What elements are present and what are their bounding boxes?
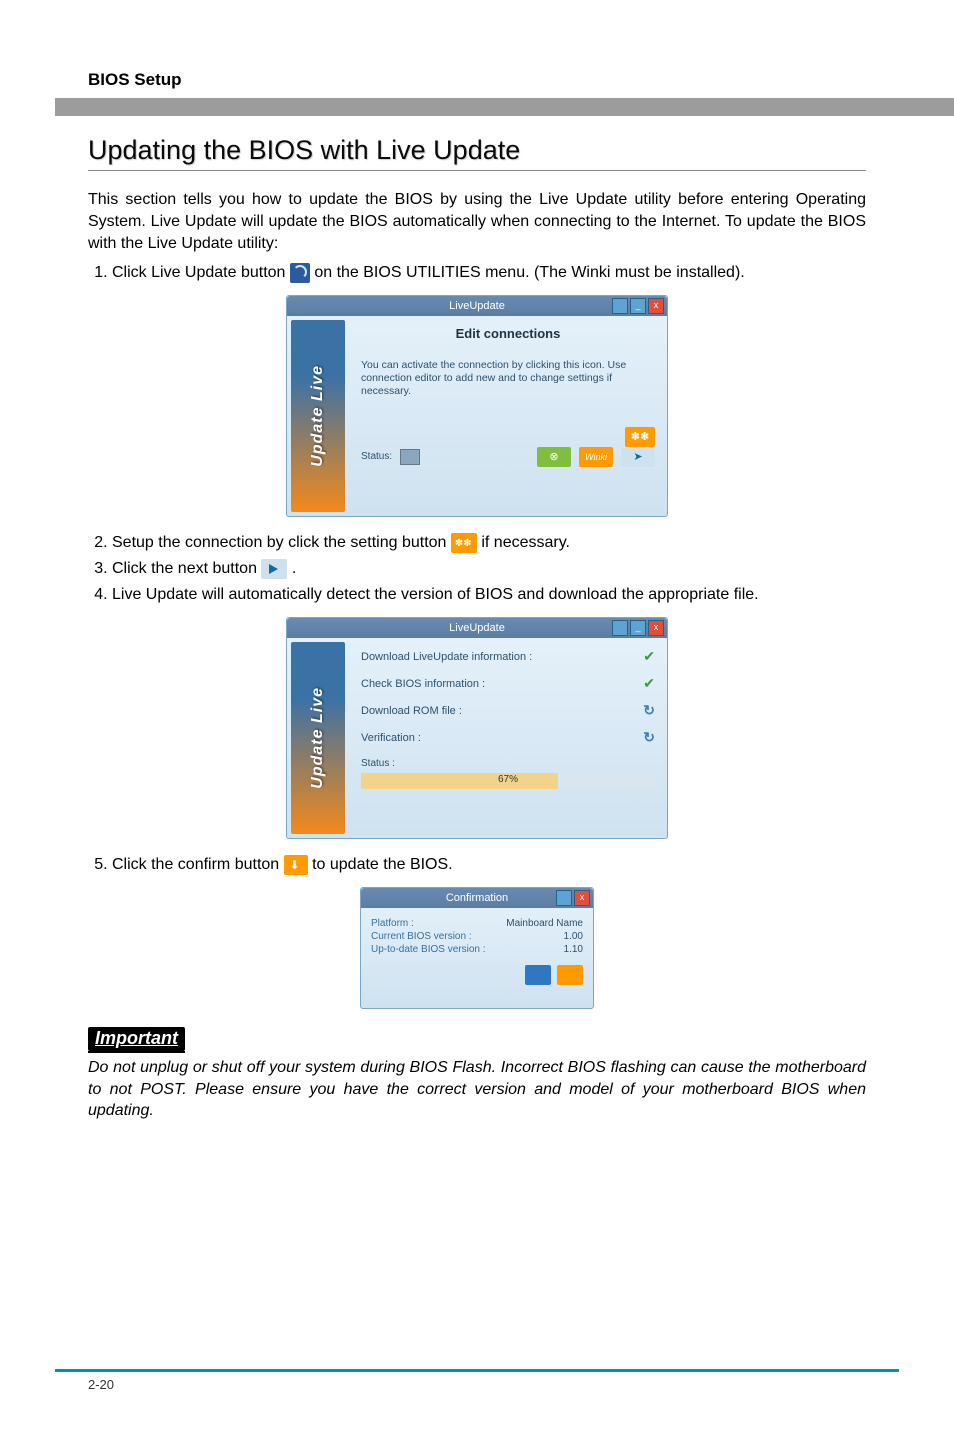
- steps-list-1: Click Live Update button on the BIOS UTI…: [88, 261, 866, 285]
- sidebar-logo: Update Live: [291, 320, 345, 512]
- bottom-toolbar: Status: ⊗ Winki ➤: [361, 447, 655, 467]
- header-section-title: BIOS Setup: [88, 70, 182, 90]
- current-bios-value: 1.00: [564, 931, 583, 942]
- step-1-text-a: Click Live Update button: [112, 264, 290, 281]
- next-button[interactable]: ➤: [621, 447, 655, 467]
- window-body: Edit connections You can activate the co…: [349, 316, 667, 474]
- progress-bar: 67%: [361, 773, 655, 789]
- close-button[interactable]: x: [648, 298, 664, 314]
- edit-connections-note: You can activate the connection by click…: [361, 359, 655, 398]
- spinner-icon: ↻: [643, 729, 655, 746]
- platform-label: Platform :: [371, 918, 414, 929]
- step-2-text-a: Setup the connection by click the settin…: [112, 534, 451, 551]
- progress-row-2: Check BIOS information :: [361, 678, 485, 690]
- window-button[interactable]: [612, 620, 628, 636]
- step-1-text-b: on the BIOS UTILITIES menu. (The Winki m…: [314, 264, 744, 281]
- step-5-text-a: Click the confirm button: [112, 856, 284, 873]
- screenshot-edit-connections: LiveUpdate _ x Update Live Edit connecti…: [286, 295, 668, 517]
- page: BIOS Setup Updating the BIOS with Live U…: [0, 0, 954, 1432]
- status-label: Status :: [361, 758, 655, 769]
- step-4: Live Update will automatically detect th…: [112, 583, 866, 607]
- check-icon: ✔: [643, 675, 655, 692]
- footer-rule: [55, 1369, 899, 1372]
- step-2: Setup the connection by click the settin…: [112, 531, 866, 555]
- page-number: 2-20: [88, 1377, 114, 1392]
- header-band: [55, 98, 954, 116]
- current-bios-label: Current BIOS version :: [371, 931, 472, 942]
- edit-connections-heading: Edit connections: [361, 326, 655, 341]
- step-5-text-b: to update the BIOS.: [312, 856, 453, 873]
- window-title: Confirmation: [446, 892, 508, 904]
- window-buttons: x: [556, 890, 590, 906]
- step-2-text-b: if necessary.: [481, 534, 570, 551]
- window-titlebar: LiveUpdate _ x: [287, 618, 667, 638]
- live-update-icon: [290, 263, 310, 283]
- intro-paragraph: This section tells you how to update the…: [88, 189, 866, 255]
- back-button[interactable]: [525, 965, 551, 985]
- uptodate-bios-label: Up-to-date BIOS version :: [371, 944, 486, 955]
- status-label: Status:: [361, 451, 392, 462]
- cancel-button[interactable]: ⊗: [537, 447, 571, 467]
- sidebar-logo-text: Update Live: [309, 687, 327, 789]
- step-5: Click the confirm button to update the B…: [112, 853, 866, 877]
- progress-row-1: Download LiveUpdate information :: [361, 651, 532, 663]
- winki-button[interactable]: Winki: [579, 447, 613, 467]
- window-titlebar: LiveUpdate _ x: [287, 296, 667, 316]
- important-callout: Important: [88, 1023, 866, 1053]
- step-3-text-b: .: [292, 560, 296, 577]
- screenshot-confirmation: Confirmation x Platform : Mainboard Name …: [360, 887, 594, 1009]
- window-titlebar: Confirmation x: [361, 888, 593, 908]
- spinner-icon: ↻: [643, 702, 655, 719]
- confirm-button[interactable]: [557, 965, 583, 985]
- window-title: LiveUpdate: [449, 622, 505, 634]
- section-title: Updating the BIOS with Live Update: [88, 135, 866, 171]
- next-arrow-icon: [261, 559, 287, 579]
- window-buttons: _ x: [612, 298, 664, 314]
- sidebar-logo: Update Live: [291, 642, 345, 834]
- window-button[interactable]: [556, 890, 572, 906]
- important-label: Important: [88, 1027, 185, 1051]
- minimize-button[interactable]: _: [630, 620, 646, 636]
- close-button[interactable]: x: [574, 890, 590, 906]
- confirmation-buttons: [371, 965, 583, 985]
- progress-row-4: Verification :: [361, 732, 421, 744]
- window-buttons: _ x: [612, 620, 664, 636]
- minimize-button[interactable]: _: [630, 298, 646, 314]
- steps-list-3: Click the confirm button to update the B…: [88, 853, 866, 877]
- winki-label: Winki: [585, 452, 607, 462]
- step-3-text-a: Click the next button: [112, 560, 261, 577]
- check-icon: ✔: [643, 648, 655, 665]
- content-area: Updating the BIOS with Live Update This …: [88, 135, 866, 1122]
- close-button[interactable]: x: [648, 620, 664, 636]
- page-header: BIOS Setup: [0, 0, 954, 120]
- steps-list-2: Setup the connection by click the settin…: [88, 531, 866, 607]
- status-icon: [400, 449, 420, 465]
- platform-value: Mainboard Name: [506, 918, 583, 929]
- settings-button[interactable]: ✽✽: [625, 427, 655, 447]
- sidebar-logo-text: Update Live: [309, 365, 327, 467]
- step-3: Click the next button .: [112, 557, 866, 581]
- step-1: Click Live Update button on the BIOS UTI…: [112, 261, 866, 285]
- window-body: Download LiveUpdate information : ✔ Check…: [349, 638, 667, 797]
- uptodate-bios-value: 1.10: [564, 944, 583, 955]
- window-button[interactable]: [612, 298, 628, 314]
- screenshot-progress: LiveUpdate _ x Update Live Download Live…: [286, 617, 668, 839]
- window-title: LiveUpdate: [449, 300, 505, 312]
- confirm-icon: [284, 855, 308, 875]
- progress-percent: 67%: [361, 774, 655, 785]
- important-note: Do not unplug or shut off your system du…: [88, 1057, 866, 1122]
- gear-icon: [451, 533, 477, 553]
- window-body: Platform : Mainboard Name Current BIOS ve…: [361, 908, 593, 995]
- progress-row-3: Download ROM file :: [361, 705, 462, 717]
